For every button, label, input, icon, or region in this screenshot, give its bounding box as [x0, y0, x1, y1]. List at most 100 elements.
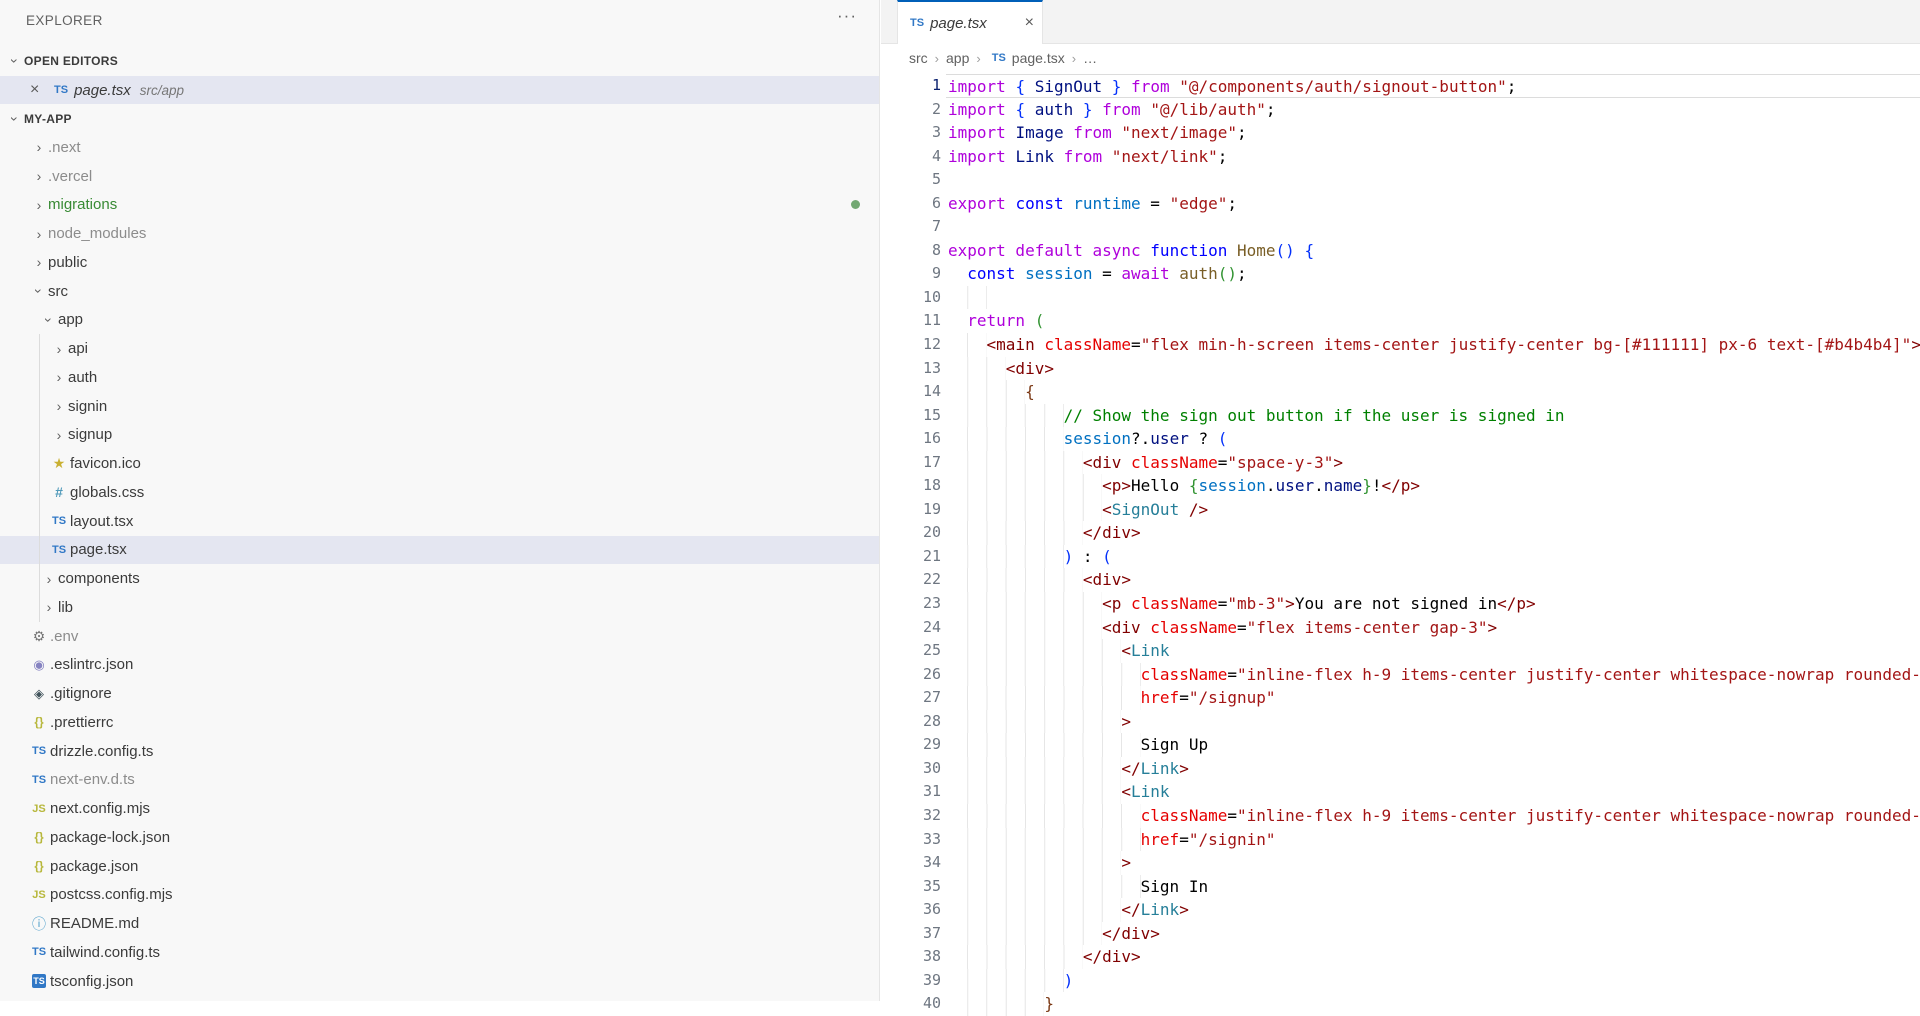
line-number-30: 30: [881, 757, 941, 781]
tree-item-api[interactable]: ›api: [0, 334, 879, 363]
tree-item-label: .env: [50, 628, 78, 645]
code-line-40[interactable]: }: [946, 992, 1920, 1016]
tree-item-package-json[interactable]: {}package.json: [0, 852, 879, 881]
line-number-6: 6: [881, 192, 941, 216]
open-editor-item-page-tsx[interactable]: × TS page.tsx src/app: [0, 76, 879, 104]
indent-guides: [948, 357, 1006, 381]
explorer-actions-ellipsis-icon[interactable]: ···: [837, 6, 857, 26]
code-line-12[interactable]: <main className="flex min-h-screen items…: [946, 333, 1920, 357]
tree-item-signin[interactable]: ›signin: [0, 392, 879, 421]
indent-guides: [948, 404, 1064, 428]
code-line-11[interactable]: return (: [946, 309, 1920, 333]
code-editor[interactable]: 1234567891011121314151617181920212223242…: [881, 72, 1920, 1016]
breadcrumb-item-src[interactable]: src: [909, 50, 928, 66]
code-line-2[interactable]: import { auth } from "@/lib/auth";: [946, 98, 1920, 122]
tree-item--gitignore[interactable]: ◈.gitignore: [0, 679, 879, 708]
tree-item-readme-md[interactable]: ⓘREADME.md: [0, 909, 879, 938]
tree-item-label: layout.tsx: [70, 513, 133, 530]
code-line-39[interactable]: ): [946, 969, 1920, 993]
tree-item-label: public: [48, 254, 87, 271]
line-number-9: 9: [881, 262, 941, 286]
tree-item-public[interactable]: ›public: [0, 248, 879, 277]
code-line-17[interactable]: <div className="space-y-3">: [946, 451, 1920, 475]
code-line-31[interactable]: <Link: [946, 780, 1920, 804]
code-line-25[interactable]: <Link: [946, 639, 1920, 663]
project-section-header[interactable]: › MY-APP: [6, 104, 879, 133]
code-line-8[interactable]: export default async function Home() {: [946, 239, 1920, 263]
code-line-10[interactable]: [946, 286, 1920, 310]
code-line-1[interactable]: import { SignOut } from "@/components/au…: [946, 74, 1920, 98]
code-line-19[interactable]: <SignOut />: [946, 498, 1920, 522]
tsjson-file-icon: TS: [32, 974, 46, 988]
breadcrumb-item-app[interactable]: app: [946, 50, 969, 66]
code-line-26[interactable]: className="inline-flex h-9 items-center …: [946, 663, 1920, 687]
code-line-33[interactable]: href="/signin": [946, 828, 1920, 852]
code-line-15[interactable]: // Show the sign out button if the user …: [946, 404, 1920, 428]
code-line-14[interactable]: {: [946, 380, 1920, 404]
tree-item--eslintrc-json[interactable]: ◉.eslintrc.json: [0, 651, 879, 680]
tree-item--env[interactable]: ⚙.env: [0, 622, 879, 651]
code-line-36[interactable]: </Link>: [946, 898, 1920, 922]
code-line-34[interactable]: >: [946, 851, 1920, 875]
tree-item-globals-css[interactable]: #globals.css: [0, 478, 879, 507]
chevron-right-icon: ›: [969, 51, 987, 66]
tree-item-tsconfig-json[interactable]: TStsconfig.json: [0, 967, 879, 996]
tree-item-favicon-ico[interactable]: ★favicon.ico: [0, 449, 879, 478]
code-line-18[interactable]: <p>Hello {session.user.name}!</p>: [946, 474, 1920, 498]
open-editors-section-header[interactable]: › OPEN EDITORS: [6, 46, 879, 75]
code-line-6[interactable]: export const runtime = "edge";: [946, 192, 1920, 216]
code-line-5[interactable]: [946, 168, 1920, 192]
breadcrumb-item-file[interactable]: page.tsx: [1012, 50, 1065, 66]
tree-item-page-tsx[interactable]: TSpage.tsx: [0, 536, 879, 565]
code-line-32[interactable]: className="inline-flex h-9 items-center …: [946, 804, 1920, 828]
chevron-down-icon: ›: [41, 311, 57, 329]
code-line-24[interactable]: <div className="flex items-center gap-3"…: [946, 616, 1920, 640]
tree-item-next-env-d-ts[interactable]: TSnext-env.d.ts: [0, 766, 879, 795]
chevron-right-icon: ›: [30, 139, 48, 155]
indent-guides: [948, 568, 1083, 592]
tree-item-next-config-mjs[interactable]: JSnext.config.mjs: [0, 794, 879, 823]
code-line-20[interactable]: </div>: [946, 521, 1920, 545]
tree-item-drizzle-config-ts[interactable]: TSdrizzle.config.ts: [0, 737, 879, 766]
code-line-16[interactable]: session?.user ? (: [946, 427, 1920, 451]
code-line-4[interactable]: import Link from "next/link";: [946, 145, 1920, 169]
tree-item-layout-tsx[interactable]: TSlayout.tsx: [0, 507, 879, 536]
tree-item-package-lock-json[interactable]: {}package-lock.json: [0, 823, 879, 852]
code-line-23[interactable]: <p className="mb-3">You are not signed i…: [946, 592, 1920, 616]
code-line-30[interactable]: </Link>: [946, 757, 1920, 781]
code-line-38[interactable]: </div>: [946, 945, 1920, 969]
tree-item-lib[interactable]: ›lib: [0, 593, 879, 622]
explorer-sidebar: EXPLORER ··· › OPEN EDITORS × TS page.ts…: [0, 0, 880, 1001]
tab-page-tsx[interactable]: TS page.tsx ×: [897, 0, 1043, 44]
tree-item--next[interactable]: ›.next: [0, 133, 879, 162]
tree-item-postcss-config-mjs[interactable]: JSpostcss.config.mjs: [0, 881, 879, 910]
code-line-21[interactable]: ) : (: [946, 545, 1920, 569]
chevron-right-icon: ›: [50, 341, 68, 357]
tree-item-signup[interactable]: ›signup: [0, 421, 879, 450]
code-line-7[interactable]: [946, 215, 1920, 239]
breadcrumb-item-more[interactable]: …: [1083, 50, 1097, 66]
tree-item--vercel[interactable]: ›.vercel: [0, 162, 879, 191]
code-line-9[interactable]: const session = await auth();: [946, 262, 1920, 286]
tree-item-tailwind-config-ts[interactable]: TStailwind.config.ts: [0, 938, 879, 967]
tree-item--prettierrc[interactable]: {}.prettierrc: [0, 708, 879, 737]
code-text: export const runtime = "edge";: [948, 194, 1237, 213]
tree-item-auth[interactable]: ›auth: [0, 363, 879, 392]
tree-item-app[interactable]: ›app: [0, 306, 879, 335]
close-icon[interactable]: ×: [30, 81, 50, 99]
tree-item-node-modules[interactable]: ›node_modules: [0, 219, 879, 248]
code-line-37[interactable]: </div>: [946, 922, 1920, 946]
code-line-27[interactable]: href="/signup": [946, 686, 1920, 710]
code-line-22[interactable]: <div>: [946, 568, 1920, 592]
code-line-28[interactable]: >: [946, 710, 1920, 734]
code-line-3[interactable]: import Image from "next/image";: [946, 121, 1920, 145]
code-text: import Image from "next/image";: [948, 123, 1247, 142]
tree-item-migrations[interactable]: ›migrations: [0, 191, 879, 220]
close-icon[interactable]: ×: [1025, 14, 1034, 32]
code-line-35[interactable]: Sign In: [946, 875, 1920, 899]
tree-item-src[interactable]: ›src: [0, 277, 879, 306]
tree-item-components[interactable]: ›components: [0, 564, 879, 593]
code-line-29[interactable]: Sign Up: [946, 733, 1920, 757]
code-line-13[interactable]: <div>: [946, 357, 1920, 381]
chevron-right-icon: ›: [928, 51, 946, 66]
